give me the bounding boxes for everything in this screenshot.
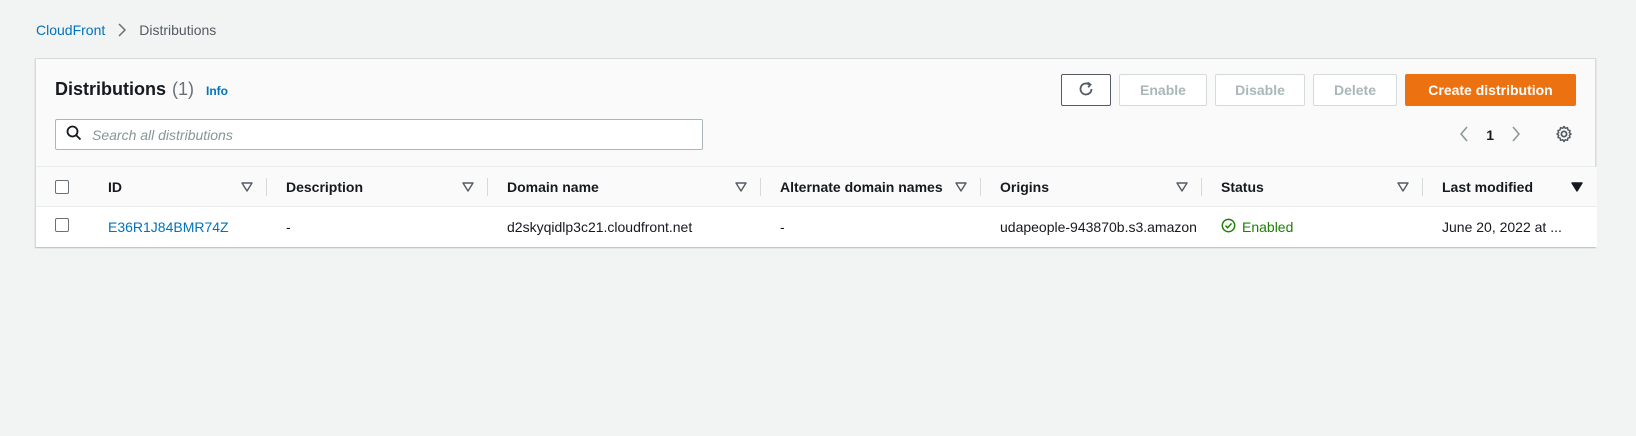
breadcrumb-cloudfront-link[interactable]: CloudFront	[36, 22, 105, 38]
cell-domain-name: d2skyqidlp3c21.cloudfront.net	[488, 207, 761, 247]
sort-icon	[241, 181, 253, 192]
column-header-domain-name[interactable]: Domain name	[488, 167, 761, 207]
cell-alternate-domain-names: -	[761, 207, 981, 247]
title-text: Distributions	[55, 79, 166, 99]
column-header-origins[interactable]: Origins	[981, 167, 1202, 207]
origins-value: udapeople-943870b.s3.amazon	[1000, 218, 1197, 235]
pagination: 1	[1452, 121, 1576, 149]
column-label: Domain name	[507, 178, 599, 195]
sort-icon	[1176, 181, 1188, 192]
table-row[interactable]: E36R1J84BMR74Z - d2skyqidlp3c21.cloudfro…	[36, 206, 1597, 247]
sort-descending-icon	[1571, 181, 1583, 192]
previous-page-button[interactable]	[1452, 123, 1476, 147]
description-value: -	[286, 218, 291, 235]
next-page-button[interactable]	[1504, 123, 1528, 147]
column-label: Alternate domain names	[780, 178, 943, 195]
distribution-id-link[interactable]: E36R1J84BMR74Z	[108, 219, 229, 235]
column-label: ID	[108, 178, 122, 195]
row-select-cell	[36, 207, 89, 247]
disable-button[interactable]: Disable	[1215, 74, 1305, 106]
cell-id: E36R1J84BMR74Z	[89, 207, 267, 247]
distributions-table: ID Description Domain name Alternate dom…	[36, 167, 1597, 247]
last-modified-value: June 20, 2022 at ...	[1442, 218, 1562, 235]
page-title: Distributions (1) Info	[55, 79, 228, 100]
cell-last-modified: June 20, 2022 at ...	[1423, 207, 1597, 247]
column-header-status[interactable]: Status	[1202, 167, 1423, 207]
column-header-last-modified[interactable]: Last modified	[1423, 167, 1597, 207]
panel-header: Distributions (1) Info Enable Disable De…	[36, 59, 1595, 167]
cell-status: Enabled	[1202, 207, 1423, 247]
distribution-count: (1)	[172, 79, 194, 99]
cell-origins: udapeople-943870b.s3.amazon	[981, 207, 1202, 247]
column-label: Last modified	[1442, 178, 1534, 195]
preferences-button[interactable]	[1552, 123, 1576, 147]
column-label: Origins	[1000, 178, 1050, 195]
breadcrumb: CloudFront Distributions	[36, 20, 216, 40]
delete-button[interactable]: Delete	[1313, 74, 1397, 106]
column-header-description[interactable]: Description	[267, 167, 488, 207]
search-icon	[66, 125, 82, 144]
sort-icon	[1397, 181, 1409, 192]
column-header-alternate-domain-names[interactable]: Alternate domain names	[761, 167, 981, 207]
alternate-domain-value: -	[780, 218, 785, 235]
status-text: Enabled	[1242, 218, 1294, 235]
column-label: Description	[286, 178, 364, 195]
sort-icon	[735, 181, 747, 192]
create-distribution-button[interactable]: Create distribution	[1405, 74, 1576, 106]
status-badge: Enabled	[1221, 218, 1293, 236]
column-label: Status	[1221, 178, 1264, 195]
search-box	[55, 119, 703, 150]
sort-icon	[462, 181, 474, 192]
distributions-panel: Distributions (1) Info Enable Disable De…	[35, 58, 1597, 247]
chevron-right-icon	[117, 23, 127, 37]
check-circle-icon	[1221, 218, 1236, 236]
breadcrumb-current: Distributions	[139, 22, 217, 38]
info-link[interactable]: Info	[206, 84, 228, 98]
chevron-right-icon	[1511, 126, 1521, 145]
row-checkbox[interactable]	[55, 218, 69, 233]
domain-name-value: d2skyqidlp3c21.cloudfront.net	[507, 218, 693, 235]
action-buttons: Enable Disable Delete Create distributio…	[1061, 74, 1576, 106]
refresh-icon	[1077, 80, 1095, 101]
refresh-button[interactable]	[1061, 74, 1111, 106]
gear-icon	[1555, 125, 1573, 146]
select-all-cell	[36, 167, 89, 207]
sort-icon	[955, 181, 967, 192]
column-header-id[interactable]: ID	[89, 167, 267, 207]
enable-button[interactable]: Enable	[1119, 74, 1207, 106]
select-all-checkbox[interactable]	[55, 179, 69, 194]
search-input[interactable]	[92, 126, 672, 143]
chevron-left-icon	[1459, 126, 1469, 145]
table-header-row: ID Description Domain name Alternate dom…	[36, 167, 1597, 207]
page-number[interactable]: 1	[1486, 127, 1494, 143]
cell-description: -	[267, 207, 488, 247]
